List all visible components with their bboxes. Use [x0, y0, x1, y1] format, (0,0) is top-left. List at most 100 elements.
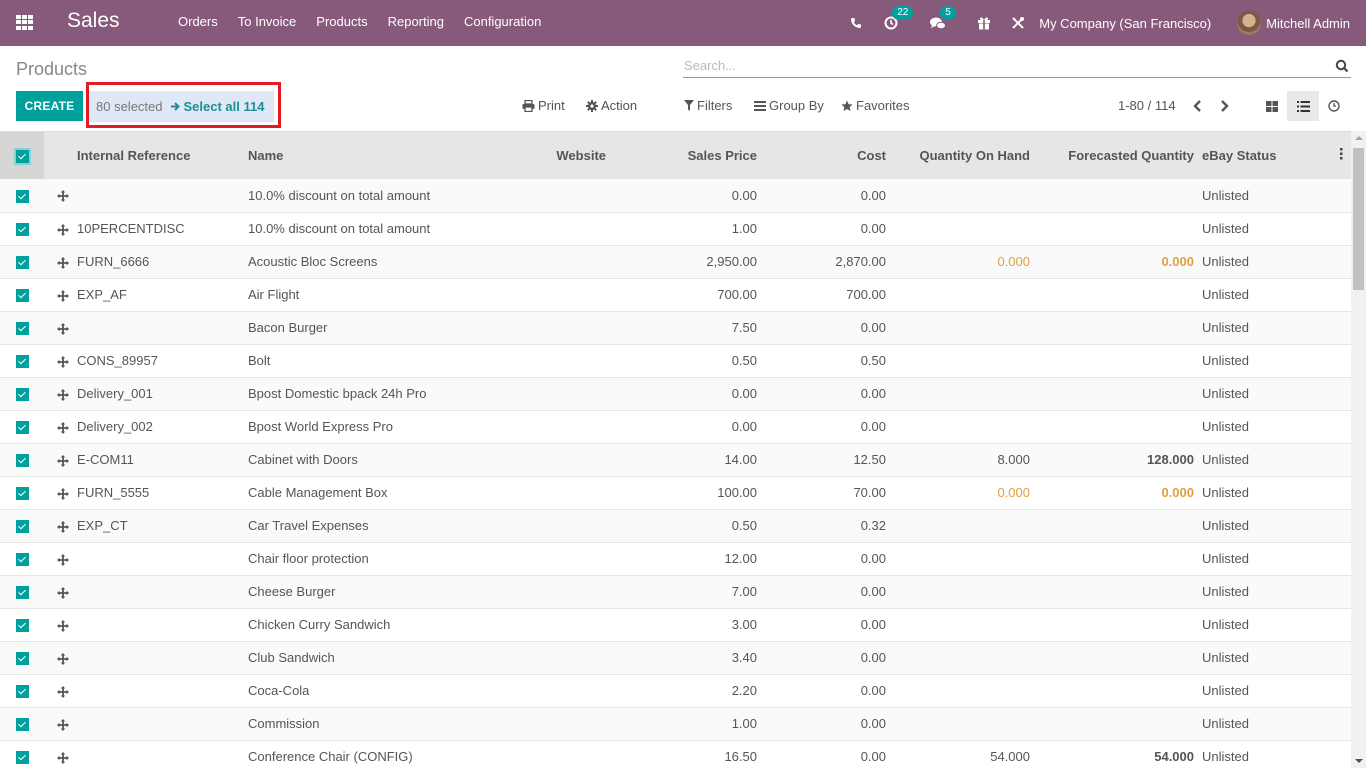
optional-columns-toggle[interactable] [1339, 132, 1351, 179]
table-row[interactable]: Chicken Curry Sandwich 3.00 0.00 Unlisted [0, 608, 1351, 641]
row-checkbox[interactable] [15, 421, 29, 435]
row-checkbox[interactable] [15, 289, 29, 303]
table-row[interactable]: EXP_AF Air Flight 700.00 700.00 Unlisted [0, 278, 1351, 311]
column-header-sales-price[interactable]: Sales Price [617, 132, 757, 179]
drag-handle-icon[interactable] [57, 421, 69, 434]
column-header-cost[interactable]: Cost [757, 132, 886, 179]
drag-handle-icon[interactable] [57, 751, 69, 764]
kanban-view-button[interactable] [1256, 91, 1288, 121]
search-icon[interactable] [1335, 59, 1349, 73]
action-button[interactable]: Action [586, 98, 637, 113]
menu-to-invoice[interactable]: To Invoice [238, 14, 297, 29]
scroll-down-arrow[interactable] [1355, 759, 1363, 763]
row-checkbox[interactable] [15, 619, 29, 633]
pager-previous-icon[interactable] [1191, 99, 1203, 113]
pager-value[interactable]: 1-80 / 114 [1118, 98, 1176, 113]
table-row[interactable]: CONS_89957 Bolt 0.50 0.50 Unlisted [0, 344, 1351, 377]
table-row[interactable]: E-COM11 Cabinet with Doors 14.00 12.50 8.000… [0, 443, 1351, 476]
activity-button[interactable]: 22 [884, 6, 914, 30]
select-all-checkbox[interactable] [15, 150, 29, 164]
messages-button[interactable]: 5 [930, 6, 956, 30]
company-switcher[interactable]: My Company (San Francisco) [1039, 16, 1211, 31]
row-checkbox[interactable] [15, 223, 29, 237]
group-by-button[interactable]: Group By [754, 98, 824, 113]
user-menu[interactable]: Mitchell Admin [1237, 11, 1350, 35]
cell-name: Club Sandwich [248, 650, 335, 665]
row-checkbox[interactable] [15, 652, 29, 666]
row-checkbox[interactable] [15, 487, 29, 501]
phone-button[interactable] [850, 17, 862, 29]
column-header-name[interactable]: Name [247, 132, 497, 179]
print-button[interactable]: Print [522, 98, 565, 113]
table-row[interactable]: Delivery_001 Bpost Domestic bpack 24h Pro… [0, 377, 1351, 410]
vertical-scrollbar[interactable] [1351, 131, 1366, 768]
drag-handle-icon[interactable] [57, 520, 69, 533]
favorites-button[interactable]: Favorites [841, 98, 909, 113]
cell-ebay-status: Unlisted [1202, 287, 1249, 302]
drag-handle-icon[interactable] [57, 586, 69, 599]
row-checkbox[interactable] [15, 256, 29, 270]
row-checkbox[interactable] [15, 586, 29, 600]
drag-handle-icon[interactable] [57, 553, 69, 566]
pager-next-icon[interactable] [1219, 99, 1231, 113]
activity-view-button[interactable] [1318, 91, 1350, 121]
create-button[interactable]: CREATE [16, 91, 83, 121]
row-checkbox[interactable] [15, 454, 29, 468]
scroll-up-arrow[interactable] [1355, 136, 1363, 140]
menu-reporting[interactable]: Reporting [388, 14, 444, 29]
column-header-internal-reference[interactable]: Internal Reference [77, 132, 247, 179]
drag-handle-icon[interactable] [57, 388, 69, 401]
table-row[interactable]: FURN_6666 Acoustic Bloc Screens 2,950.00 2,… [0, 245, 1351, 278]
cell-name: Chair floor protection [248, 551, 369, 566]
gift-button[interactable] [977, 16, 991, 30]
row-checkbox[interactable] [15, 718, 29, 732]
row-checkbox[interactable] [15, 685, 29, 699]
table-row[interactable]: Commission 1.00 0.00 Unlisted [0, 707, 1351, 740]
table-row[interactable]: EXP_CT Car Travel Expenses 0.50 0.32 Unliste… [0, 509, 1351, 542]
drag-handle-icon[interactable] [57, 652, 69, 665]
drag-handle-icon[interactable] [57, 685, 69, 698]
row-handle-cell [44, 377, 77, 410]
debug-tools-button[interactable] [1011, 16, 1025, 30]
drag-handle-icon[interactable] [57, 289, 69, 302]
table-row[interactable]: Conference Chair (CONFIG) 16.50 0.00 54.000… [0, 740, 1351, 768]
row-checkbox[interactable] [15, 322, 29, 336]
row-checkbox[interactable] [15, 751, 29, 765]
column-header-ebay-status[interactable]: eBay Status [1194, 132, 1339, 179]
table-row[interactable]: Club Sandwich 3.40 0.00 Unlisted [0, 641, 1351, 674]
row-checkbox[interactable] [15, 553, 29, 567]
drag-handle-icon[interactable] [57, 223, 69, 236]
table-row[interactable]: Cheese Burger 7.00 0.00 Unlisted [0, 575, 1351, 608]
row-checkbox[interactable] [15, 189, 29, 203]
column-header-forecasted-quantity[interactable]: Forecasted Quantity [1030, 132, 1194, 179]
table-row[interactable]: Delivery_002 Bpost World Express Pro 0.00 0… [0, 410, 1351, 443]
table-row[interactable]: FURN_5555 Cable Management Box 100.00 70.00… [0, 476, 1351, 509]
column-header-website[interactable]: Website [497, 132, 617, 179]
app-brand[interactable]: Sales [67, 9, 120, 33]
table-row[interactable]: Bacon Burger 7.50 0.00 Unlisted [0, 311, 1351, 344]
menu-configuration[interactable]: Configuration [464, 14, 541, 29]
row-checkbox[interactable] [15, 520, 29, 534]
menu-orders[interactable]: Orders [178, 14, 218, 29]
apps-menu-icon[interactable] [16, 15, 34, 30]
drag-handle-icon[interactable] [57, 619, 69, 632]
row-checkbox[interactable] [15, 355, 29, 369]
drag-handle-icon[interactable] [57, 256, 69, 269]
row-checkbox[interactable] [15, 388, 29, 402]
list-view-button[interactable] [1287, 91, 1319, 121]
table-row[interactable]: 10PERCENTDISC 10.0% discount on total amo… [0, 212, 1351, 245]
drag-handle-icon[interactable] [57, 454, 69, 467]
table-row[interactable]: Coca-Cola 2.20 0.00 Unlisted [0, 674, 1351, 707]
drag-handle-icon[interactable] [57, 487, 69, 500]
table-row[interactable]: Chair floor protection 12.00 0.00 Unlisted [0, 542, 1351, 575]
scrollbar-thumb[interactable] [1353, 148, 1364, 290]
filters-button[interactable]: Filters [684, 98, 732, 113]
search-input[interactable] [683, 56, 1323, 75]
menu-products[interactable]: Products [316, 14, 367, 29]
drag-handle-icon[interactable] [57, 322, 69, 335]
column-header-quantity-on-hand[interactable]: Quantity On Hand [886, 132, 1031, 179]
drag-handle-icon[interactable] [57, 718, 69, 731]
drag-handle-icon[interactable] [57, 190, 69, 203]
drag-handle-icon[interactable] [57, 355, 69, 368]
table-row[interactable]: 10.0% discount on total amount 0.00 0.00 Un… [0, 179, 1351, 212]
